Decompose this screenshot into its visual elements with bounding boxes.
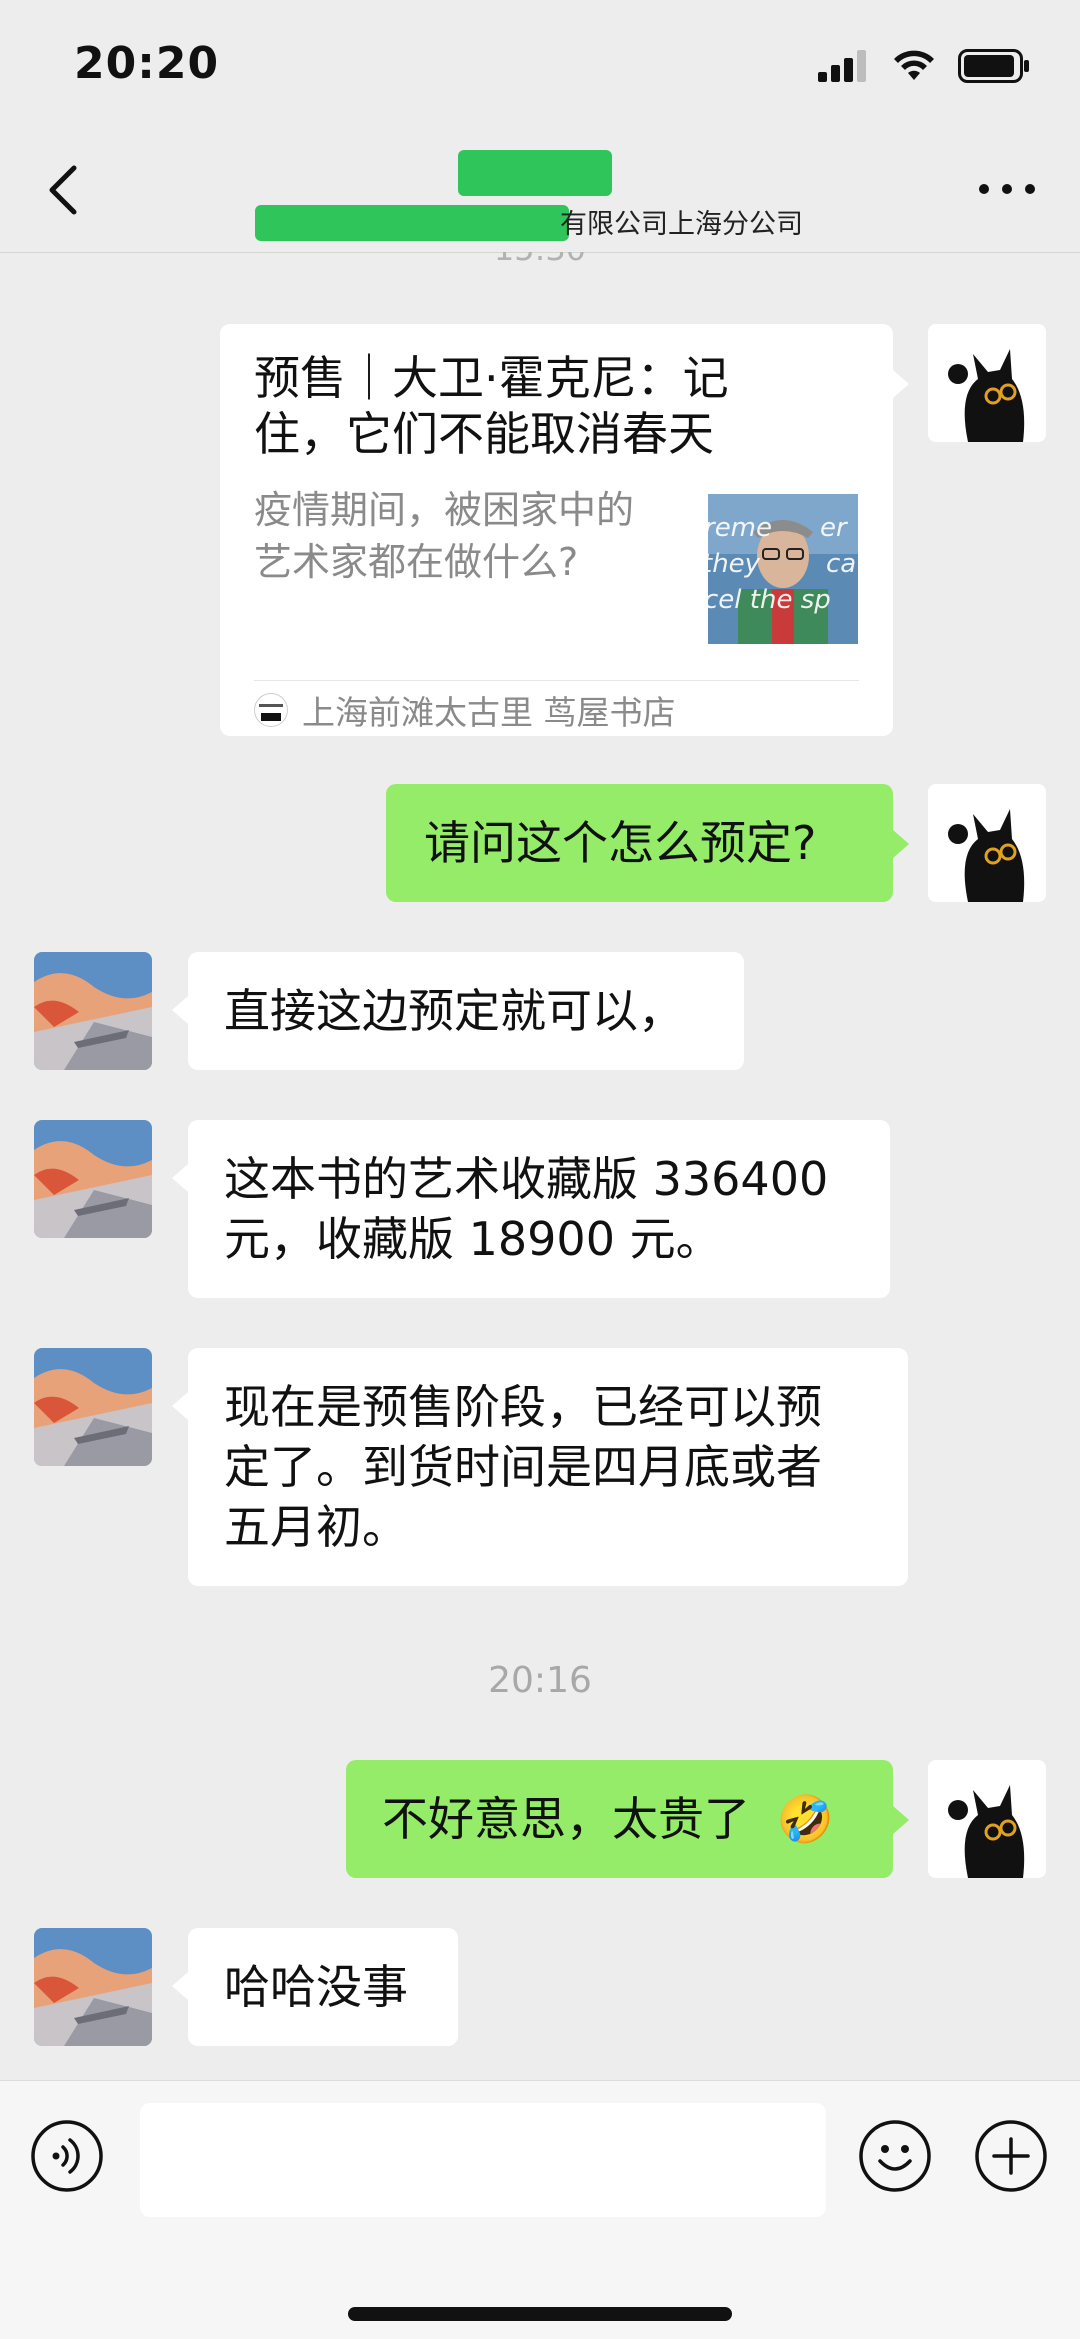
airplane-sunset-avatar-image <box>34 952 152 1070</box>
chat-screen: 20:20 有限公司上海分公司 预售｜大卫·霍克尼：记 住，它们不能取消春天 疫… <box>0 0 1080 2339</box>
avatar-contact[interactable] <box>34 952 152 1070</box>
emoji-icon[interactable] <box>858 2119 932 2193</box>
svg-text:cel the sp: cel the sp <box>708 585 831 615</box>
chevron-left-icon[interactable] <box>38 160 88 220</box>
wifi-icon <box>894 50 934 80</box>
message-text-line: 五月初。 <box>224 1500 408 1554</box>
svg-text:reme: reme <box>708 513 772 543</box>
message-text: 不好意思，太贵了 <box>382 1792 750 1846</box>
card-description-line: 艺术家都在做什么? <box>254 540 579 584</box>
card-title-line: 住，它们不能取消春天 <box>254 407 714 461</box>
message-bubble-sent[interactable]: 请问这个怎么预定? <box>386 784 909 902</box>
black-cat-avatar-image <box>928 1760 1046 1878</box>
airplane-sunset-avatar-image <box>34 1348 152 1466</box>
airplane-sunset-avatar-image <box>34 1120 152 1238</box>
message-text: 哈哈没事 <box>224 1960 408 2014</box>
card-source-name: 上海前滩太古里 茑屋书店 <box>302 693 676 732</box>
hockney-portrait-image: reme er they ca cel the sp <box>708 494 858 644</box>
svg-text:ca: ca <box>826 549 856 579</box>
battery-icon <box>958 49 1029 83</box>
svg-text:er: er <box>820 513 849 543</box>
message-text-line: 现在是预售阶段，已经可以预 <box>224 1380 822 1434</box>
message-text-line: 定了。到货时间是四月底或者 <box>224 1440 822 1494</box>
rofl-emoji-icon: 🤣 <box>776 1792 834 1846</box>
timestamp: 20:16 <box>488 1660 592 1701</box>
avatar-self[interactable] <box>928 784 1046 902</box>
link-card-message[interactable]: 预售｜大卫·霍克尼：记 住，它们不能取消春天 疫情期间，被困家中的 艺术家都在做… <box>220 324 909 736</box>
message-text: 直接这边预定就可以， <box>224 984 684 1038</box>
status-bar: 20:20 <box>0 0 1080 130</box>
card-title: 预售｜大卫·霍克尼：记 住，它们不能取消春天 <box>254 350 859 462</box>
home-indicator[interactable] <box>348 2307 732 2321</box>
card-thumbnail: reme er they ca cel the sp <box>708 494 858 644</box>
chat-area[interactable]: 15:30 预售｜大卫·霍克尼：记 住，它们不能取消春天 疫情期间，被困家中的 … <box>0 252 1080 2080</box>
card-description-line: 疫情期间，被困家中的 <box>254 488 635 532</box>
status-time: 20:20 <box>74 38 220 89</box>
message-bubble-received[interactable]: 直接这边预定就可以， <box>172 952 744 1070</box>
message-text-line: 这本书的艺术收藏版 336400 <box>224 1152 829 1206</box>
avatar-contact[interactable] <box>34 1348 152 1466</box>
avatar-contact[interactable] <box>34 1928 152 2046</box>
avatar-self[interactable] <box>928 324 1046 442</box>
message-bubble-sent[interactable]: 不好意思，太贵了 🤣 <box>346 1760 909 1878</box>
message-text: 请问这个怎么预定? <box>424 816 817 870</box>
black-cat-avatar-image <box>928 784 1046 902</box>
title-redaction <box>458 150 612 196</box>
card-description: 疫情期间，被困家中的 艺术家都在做什么? <box>254 484 674 588</box>
svg-text:they: they <box>708 549 761 579</box>
message-bubble-received[interactable]: 现在是预售阶段，已经可以预 定了。到货时间是四月底或者 五月初。 <box>172 1348 908 1586</box>
input-bar <box>0 2080 1080 2339</box>
subtitle-redaction <box>255 205 569 241</box>
card-source: 上海前滩太古里 茑屋书店 <box>254 686 676 734</box>
plus-icon[interactable] <box>974 2119 1048 2193</box>
message-bubble-received[interactable]: 这本书的艺术收藏版 336400 元，收藏版 18900 元。 <box>172 1120 890 1298</box>
message-text-line: 元，收藏版 18900 元。 <box>224 1212 722 1266</box>
avatar-self[interactable] <box>928 1760 1046 1878</box>
message-bubble-received[interactable]: 哈哈没事 <box>172 1928 458 2046</box>
timestamp-clipped: 15:30 <box>0 252 1080 268</box>
bookstore-logo-icon <box>254 693 288 727</box>
card-title-line: 预售｜大卫·霍克尼：记 <box>254 351 729 405</box>
airplane-sunset-avatar-image <box>34 1928 152 2046</box>
status-icons <box>818 46 1030 86</box>
avatar-contact[interactable] <box>34 1120 152 1238</box>
signal-icon <box>818 50 866 82</box>
chat-subtitle: 有限公司上海分公司 <box>560 209 803 240</box>
nav-bar: 有限公司上海分公司 <box>0 130 1080 253</box>
more-dots-icon[interactable] <box>972 164 1042 214</box>
voice-icon[interactable] <box>30 2119 104 2193</box>
card-divider <box>254 680 859 681</box>
message-input[interactable] <box>140 2103 826 2217</box>
black-cat-avatar-image <box>928 324 1046 442</box>
